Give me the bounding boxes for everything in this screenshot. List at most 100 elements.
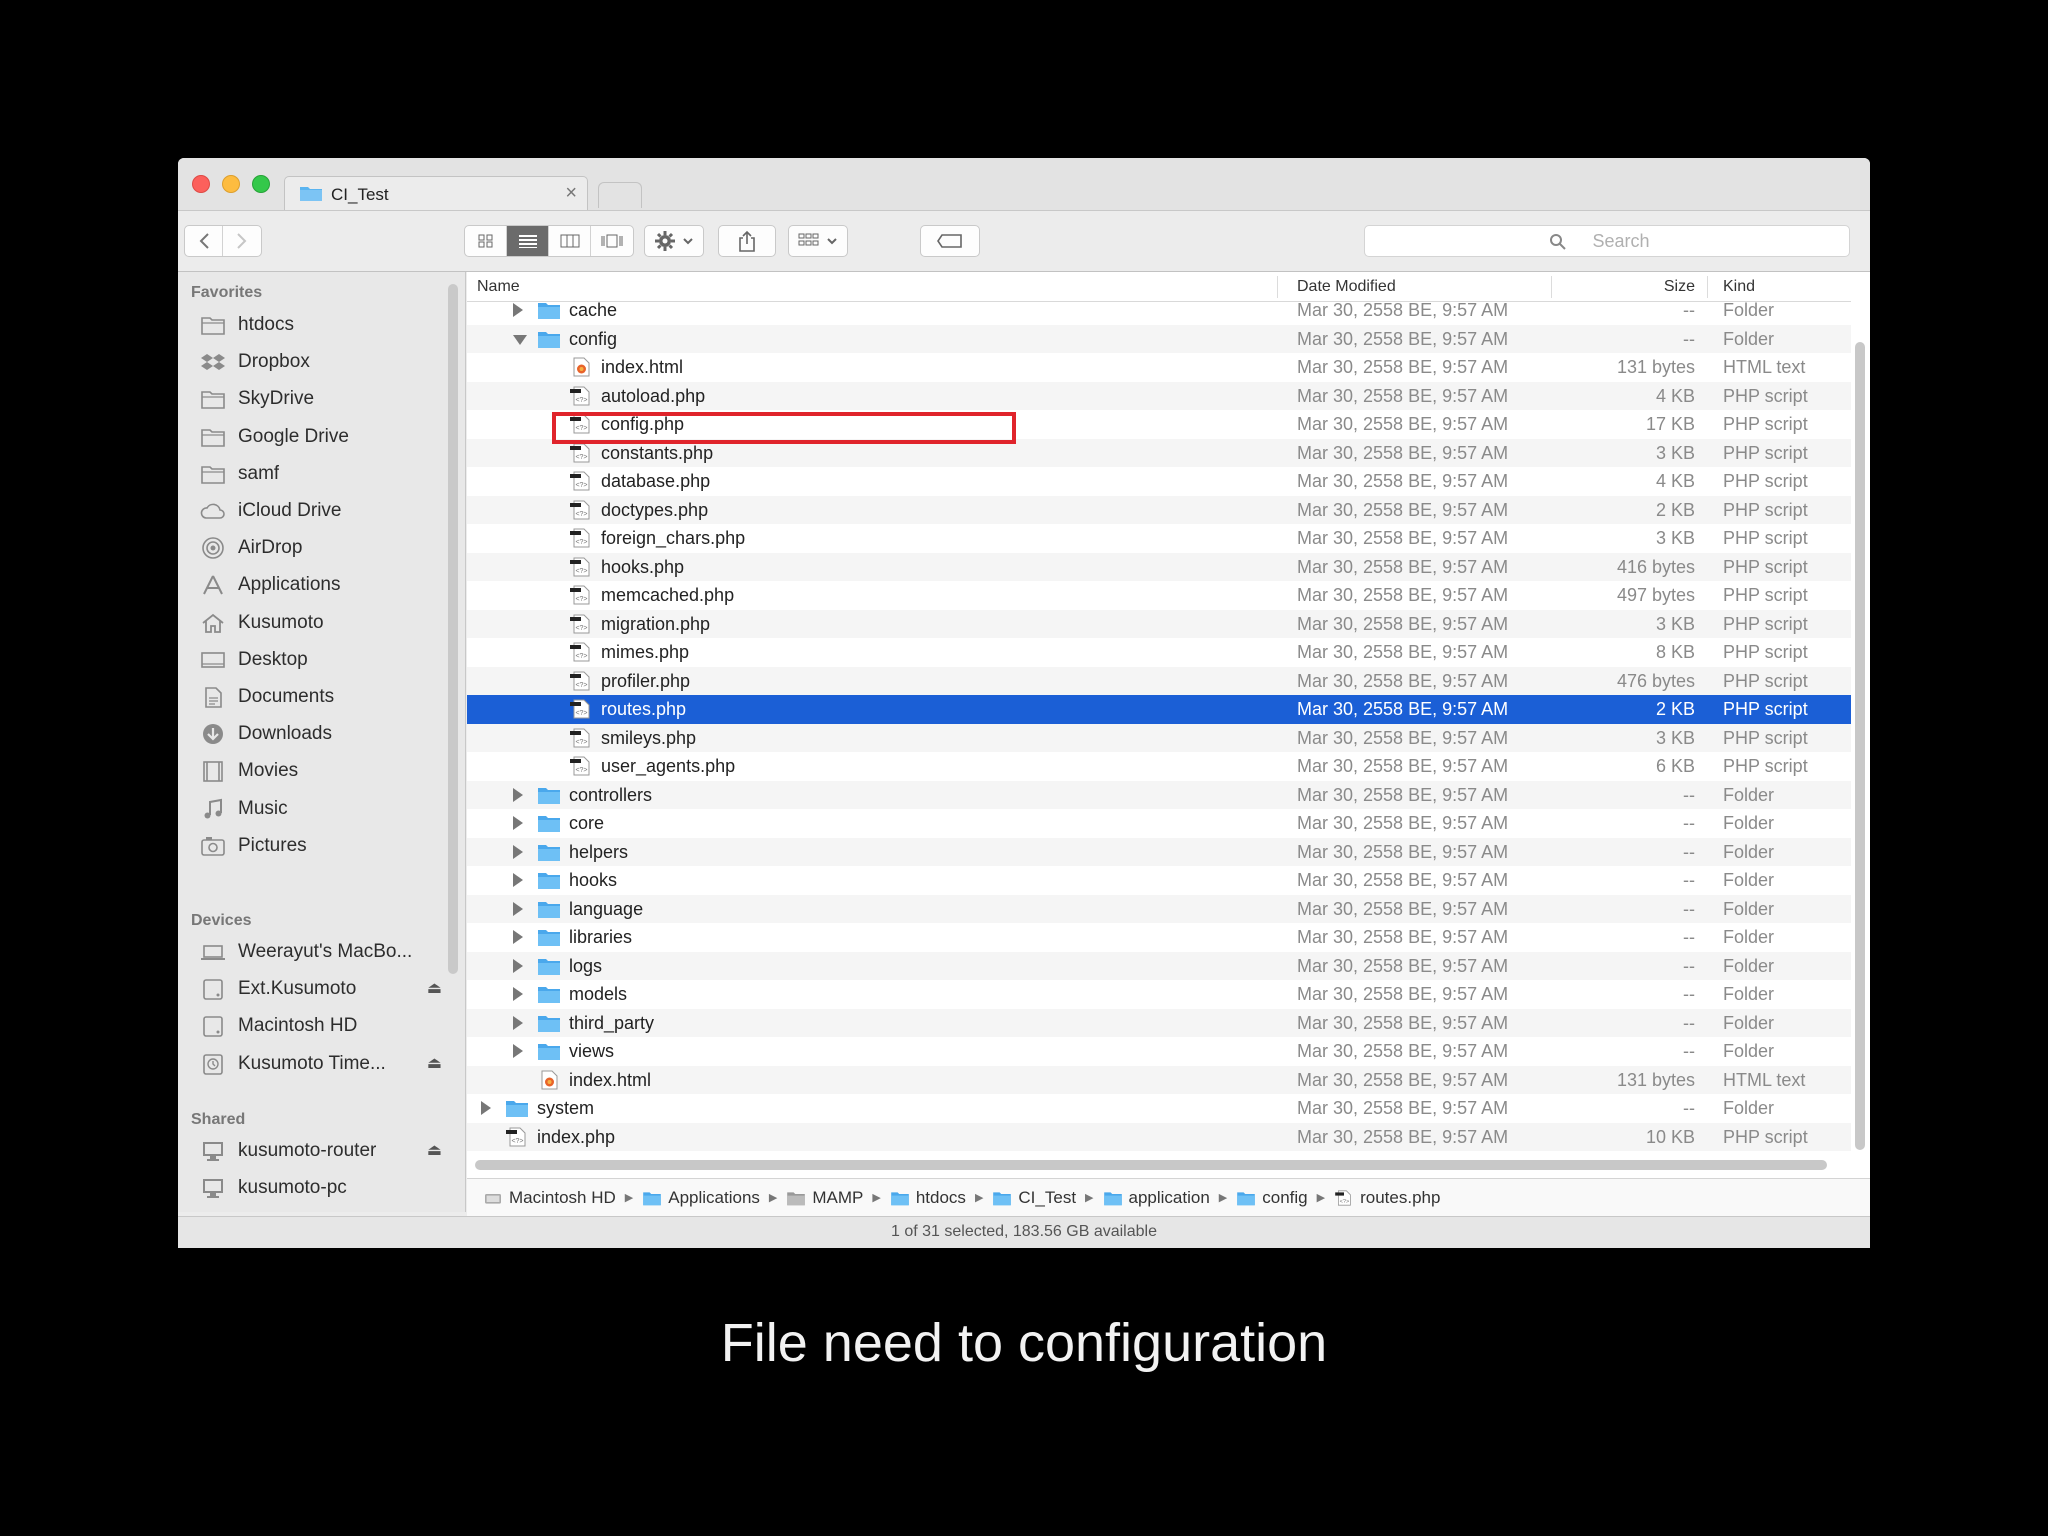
file-row[interactable]: <?> autoload.php Mar 30, 2558 BE, 9:57 AM 4… (467, 381, 1851, 410)
file-row[interactable]: <?> memcached.php Mar 30, 2558 BE, 9:57 AM… (467, 581, 1851, 610)
file-row[interactable]: <?> doctypes.php Mar 30, 2558 BE, 9:57 AM 2… (467, 495, 1851, 524)
tab-ci-test[interactable]: CI_Test × (284, 176, 588, 210)
file-row[interactable]: <?> smileys.php Mar 30, 2558 BE, 9:57 AM 3 … (467, 723, 1851, 752)
folder-row[interactable]: system Mar 30, 2558 BE, 9:57 AM -- Folder (467, 1094, 1851, 1123)
disclosure-closed-icon[interactable] (513, 816, 523, 830)
forward-button[interactable] (223, 226, 261, 256)
disclosure-closed-icon[interactable] (513, 987, 523, 1001)
path-segment[interactable]: htdocs (890, 1188, 966, 1208)
file-row[interactable]: <?> migration.php Mar 30, 2558 BE, 9:57 AM… (467, 609, 1851, 638)
path-segment[interactable]: Macintosh HD (483, 1188, 616, 1208)
column-view-button[interactable] (549, 226, 591, 256)
sidebar-device-item-weerayut-s-macbo[interactable]: Weerayut's MacBo... (200, 935, 456, 969)
column-divider[interactable] (1707, 276, 1708, 298)
new-tab-button[interactable] (598, 182, 642, 208)
sidebar-item-documents[interactable]: Documents (200, 680, 456, 714)
disclosure-closed-icon[interactable] (513, 958, 523, 973)
column-header-date[interactable]: Date Modified (1297, 278, 1396, 296)
eject-icon[interactable]: ⏏ (427, 1053, 442, 1073)
sidebar-item-downloads[interactable]: Downloads (200, 717, 456, 751)
path-segment[interactable]: <?> routes.php (1334, 1188, 1440, 1208)
sidebar-item-dropbox[interactable]: Dropbox (200, 345, 456, 379)
disclosure-closed-icon[interactable] (513, 1044, 523, 1058)
sidebar-item-pictures[interactable]: Pictures (200, 829, 456, 863)
path-segment[interactable]: application (1103, 1188, 1210, 1208)
disclosure-closed-icon[interactable] (513, 844, 523, 859)
icon-view-button[interactable] (465, 226, 507, 256)
eject-icon[interactable]: ⏏ (427, 978, 442, 998)
sidebar-item-google-drive[interactable]: Google Drive (200, 420, 456, 454)
sidebar-item-kusumoto[interactable]: Kusumoto (200, 606, 456, 640)
file-row[interactable]: <?> routes.php Mar 30, 2558 BE, 9:57 AM 2 K… (467, 695, 1851, 724)
horizontal-scrollbar[interactable] (475, 1160, 1827, 1170)
disclosure-closed-icon[interactable] (513, 303, 523, 317)
sidebar-item-music[interactable]: Music (200, 792, 456, 826)
sidebar-item-icloud-drive[interactable]: iCloud Drive (200, 494, 456, 528)
column-divider[interactable] (1277, 276, 1278, 298)
sidebar-shared-item-kusumoto-pc[interactable]: kusumoto-pc (200, 1171, 456, 1205)
path-segment[interactable]: config (1236, 1188, 1308, 1208)
sidebar-device-item-kusumoto-time[interactable]: Kusumoto Time... ⏏ (200, 1047, 456, 1081)
folder-row[interactable]: libraries Mar 30, 2558 BE, 9:57 AM -- Folde… (467, 923, 1851, 952)
tab-close-icon[interactable]: × (565, 182, 577, 205)
folder-row[interactable]: helpers Mar 30, 2558 BE, 9:57 AM -- Folder (467, 837, 1851, 866)
disclosure-closed-icon[interactable] (513, 901, 523, 916)
folder-row[interactable]: hooks Mar 30, 2558 BE, 9:57 AM -- Folder (467, 866, 1851, 895)
edit-tags-button[interactable] (920, 225, 980, 257)
disclosure-closed-icon[interactable] (513, 930, 523, 944)
column-divider[interactable] (1551, 276, 1552, 298)
cover-flow-button[interactable] (591, 226, 633, 256)
vertical-scrollbar[interactable] (1855, 342, 1865, 1150)
list-view-button[interactable] (507, 226, 549, 256)
zoom-window-button[interactable] (252, 175, 270, 193)
folder-row[interactable]: logs Mar 30, 2558 BE, 9:57 AM -- Folder (467, 951, 1851, 980)
disclosure-closed-icon[interactable] (513, 787, 523, 802)
folder-row[interactable]: models Mar 30, 2558 BE, 9:57 AM -- Folder (467, 980, 1851, 1009)
sidebar-device-item-ext-kusumoto[interactable]: Ext.Kusumoto ⏏ (200, 972, 456, 1006)
sidebar-device-item-macintosh-hd[interactable]: Macintosh HD (200, 1009, 456, 1043)
disclosure-closed-icon[interactable] (513, 1015, 523, 1030)
file-row[interactable]: <?> hooks.php Mar 30, 2558 BE, 9:57 AM 416 … (467, 552, 1851, 581)
path-segment[interactable]: Applications (642, 1188, 760, 1208)
disclosure-closed-icon[interactable] (513, 873, 523, 887)
sidebar-shared-item-kusumoto-router[interactable]: kusumoto-router ⏏ (200, 1134, 456, 1168)
sidebar-item-desktop[interactable]: Desktop (200, 643, 456, 677)
disclosure-closed-icon[interactable] (481, 1101, 491, 1115)
file-row[interactable]: <?> foreign_chars.php Mar 30, 2558 BE, 9:5… (467, 524, 1851, 553)
sidebar-item-skydrive[interactable]: SkyDrive (200, 382, 456, 416)
file-row[interactable]: index.html Mar 30, 2558 BE, 9:57 AM 131 by… (467, 1065, 1851, 1094)
path-segment[interactable]: MAMP (786, 1188, 863, 1208)
share-button[interactable] (718, 225, 776, 257)
sidebar-item-htdocs[interactable]: htdocs (200, 308, 456, 342)
folder-row[interactable]: cache Mar 30, 2558 BE, 9:57 AM -- Folder (467, 296, 1851, 325)
file-row[interactable]: <?> database.php Mar 30, 2558 BE, 9:57 AM 4… (467, 467, 1851, 496)
sidebar-item-samf[interactable]: samf (200, 457, 456, 491)
folder-row[interactable]: language Mar 30, 2558 BE, 9:57 AM -- Folder (467, 894, 1851, 923)
action-menu-button[interactable] (644, 225, 704, 257)
sidebar-item-applications[interactable]: Applications (200, 568, 456, 602)
folder-row[interactable]: third_party Mar 30, 2558 BE, 9:57 AM -- Fol… (467, 1008, 1851, 1037)
column-header-size[interactable]: Size (1664, 278, 1695, 296)
close-window-button[interactable] (192, 175, 210, 193)
file-row[interactable]: <?> index.php Mar 30, 2558 BE, 9:57 AM 10 K… (467, 1122, 1851, 1151)
path-segment[interactable]: CI_Test (992, 1188, 1076, 1208)
arrange-button[interactable] (788, 225, 848, 257)
disclosure-open-icon[interactable] (513, 334, 527, 345)
folder-row[interactable]: core Mar 30, 2558 BE, 9:57 AM -- Folder (467, 809, 1851, 838)
folder-row[interactable]: views Mar 30, 2558 BE, 9:57 AM -- Folder (467, 1037, 1851, 1066)
minimize-window-button[interactable] (222, 175, 240, 193)
back-button[interactable] (185, 226, 223, 256)
file-row[interactable]: <?> mimes.php Mar 30, 2558 BE, 9:57 AM 8 KB… (467, 638, 1851, 667)
eject-icon[interactable]: ⏏ (427, 1140, 442, 1160)
sidebar-item-movies[interactable]: Movies (200, 754, 456, 788)
sidebar-item-airdrop[interactable]: AirDrop (200, 531, 456, 565)
column-header-kind[interactable]: Kind (1723, 278, 1755, 296)
column-header-name[interactable]: Name (477, 278, 520, 296)
file-row[interactable]: index.html Mar 30, 2558 BE, 9:57 AM 131 by… (467, 353, 1851, 382)
folder-row[interactable]: controllers Mar 30, 2558 BE, 9:57 AM -- Fol… (467, 780, 1851, 809)
search-input[interactable] (1365, 226, 1849, 256)
file-row[interactable]: <?> user_agents.php Mar 30, 2558 BE, 9:57 … (467, 752, 1851, 781)
search-field[interactable] (1364, 225, 1850, 257)
folder-row[interactable]: config Mar 30, 2558 BE, 9:57 AM -- Folder (467, 324, 1851, 353)
sidebar-scrollbar[interactable] (448, 284, 458, 974)
